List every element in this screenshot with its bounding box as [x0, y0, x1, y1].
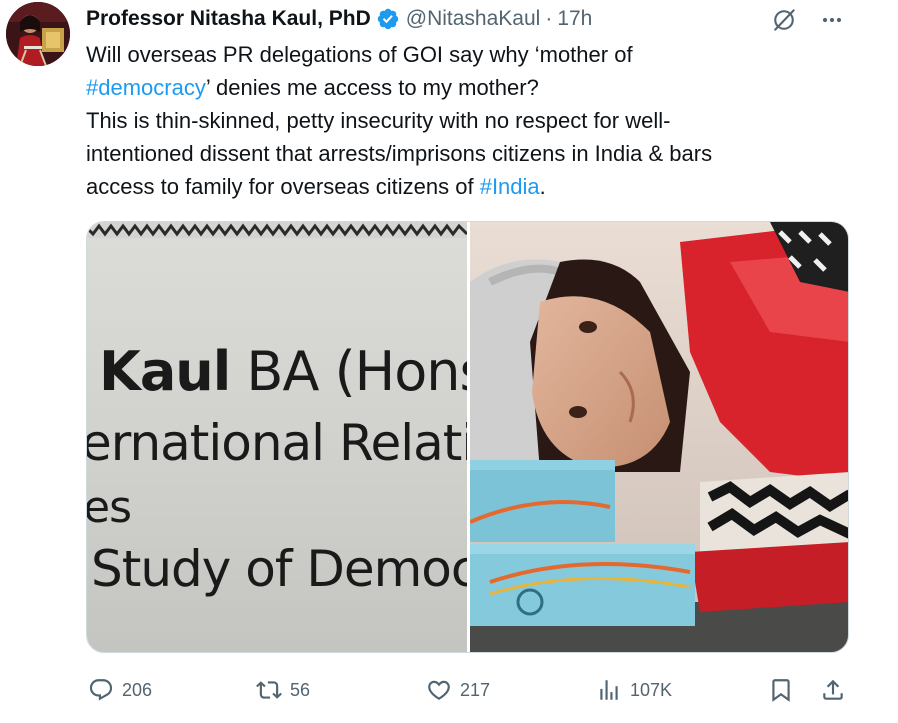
- tweet-text-segment: .: [539, 174, 546, 199]
- tweet-text-segment: intentioned dissent that arrests/impriso…: [86, 141, 713, 166]
- tweet-text-segment: access to family for overseas citizens o…: [86, 174, 480, 199]
- tweet-text-line: Will overseas PR delegations of GOI say …: [86, 38, 866, 71]
- avatar[interactable]: [6, 2, 70, 66]
- action-bar: 206 56 217 107K: [86, 672, 856, 708]
- tweet-text-line: access to family for overseas citizens o…: [86, 170, 866, 203]
- heart-icon: [428, 680, 450, 700]
- author-handle[interactable]: @NitashaKaul: [406, 7, 541, 31]
- tweet-timestamp[interactable]: 17h: [557, 7, 592, 31]
- document-degree: BA (Hons),: [246, 340, 467, 403]
- tweet-text-line: #democracy’ denies me access to my mothe…: [86, 71, 866, 104]
- views-icon: [600, 680, 618, 700]
- document-line-3: es: [87, 482, 132, 533]
- hashtag-link[interactable]: #democracy: [86, 75, 206, 100]
- author-name[interactable]: Professor Nitasha Kaul, PhD: [86, 7, 371, 31]
- tweet-header: Professor Nitasha Kaul, PhD @NitashaKaul…: [86, 4, 592, 34]
- tweet-text-segment: ’ denies me access to my mother?: [205, 75, 539, 100]
- verified-badge-icon[interactable]: [376, 7, 400, 31]
- selfie-illustration: [470, 222, 848, 652]
- repost-button[interactable]: 56: [256, 672, 310, 708]
- repost-icon: [256, 681, 282, 699]
- repost-count: 56: [290, 679, 311, 700]
- document-line-1: Kaul BA (Hons),: [99, 340, 467, 403]
- like-button[interactable]: 217: [426, 672, 490, 708]
- media-photo-document[interactable]: Kaul BA (Hons), ernational Relatic es St…: [87, 222, 467, 652]
- paper-edge-decoration: [87, 222, 467, 238]
- document-name-bold: Kaul: [99, 340, 231, 403]
- tweet-text-segment: Will overseas PR delegations of GOI say …: [86, 42, 633, 67]
- document-line-2: ernational Relatic: [87, 414, 467, 472]
- separator-dot: ·: [545, 7, 553, 30]
- bookmark-button[interactable]: [768, 672, 794, 708]
- document-line-4: Study of Democr: [91, 540, 467, 598]
- tweet-media[interactable]: Kaul BA (Hons), ernational Relatic es St…: [86, 221, 849, 653]
- tweet-text: Will overseas PR delegations of GOI say …: [86, 38, 866, 203]
- tweet-text-segment: This is thin-skinned, petty insecurity w…: [86, 108, 671, 133]
- share-icon: [823, 679, 843, 700]
- more-icon[interactable]: [814, 4, 850, 36]
- like-count: 217: [460, 679, 491, 700]
- views-button[interactable]: 107K: [596, 672, 672, 708]
- hashtag-link[interactable]: #India: [480, 174, 540, 199]
- grok-icon[interactable]: [768, 4, 800, 36]
- share-button[interactable]: [820, 672, 846, 708]
- reply-icon: [89, 679, 113, 701]
- bookmark-icon: [772, 679, 790, 702]
- views-count: 107K: [630, 679, 673, 700]
- tweet-text-line: intentioned dissent that arrests/impriso…: [86, 137, 866, 170]
- media-photo-selfie[interactable]: [470, 222, 848, 652]
- tweet-text-line: This is thin-skinned, petty insecurity w…: [86, 104, 866, 137]
- reply-count: 206: [122, 679, 153, 700]
- reply-button[interactable]: 206: [88, 672, 152, 708]
